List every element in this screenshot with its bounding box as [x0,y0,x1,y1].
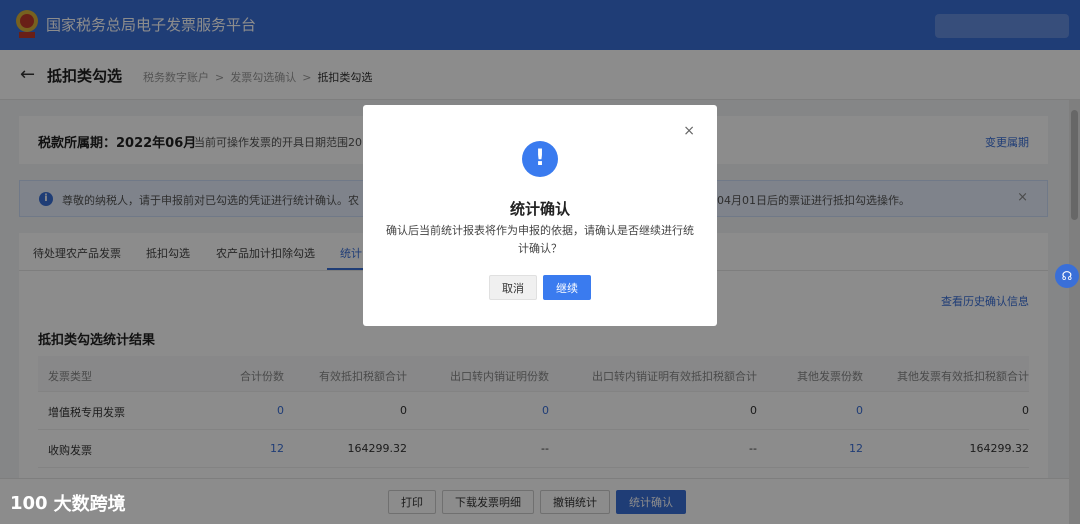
watermark-logo: 100 [10,492,48,514]
confirm-dialog: × ! 统计确认 确认后当前统计报表将作为申报的依据，请确认是否继续进行统计确认… [363,105,717,326]
cancel-button[interactable]: 取消 [489,275,537,300]
dialog-message: 确认后当前统计报表将作为申报的依据，请确认是否继续进行统计确认？ [386,224,694,255]
close-icon[interactable]: × [683,123,695,139]
warning-icon: ! [522,141,558,177]
dialog-title: 统计确认 [509,200,570,218]
watermark-text: 大数跨境 [53,494,126,515]
watermark: 100 大数跨境 [10,490,126,516]
headset-icon[interactable]: ☊ [1055,264,1079,288]
continue-button[interactable]: 继续 [543,275,591,300]
